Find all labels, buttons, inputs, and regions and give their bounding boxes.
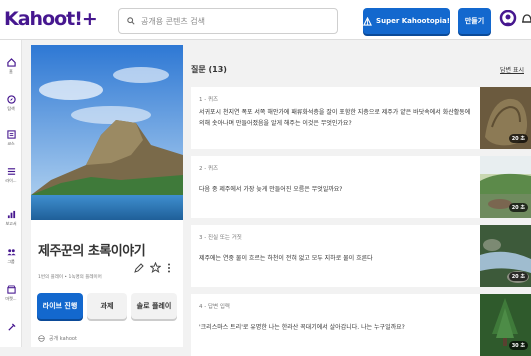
sidebar-item-tools[interactable] [0,323,22,332]
edit-icon[interactable] [134,262,144,273]
home-icon [6,58,16,67]
reports-icon [7,210,15,219]
cover-image [31,45,183,220]
play-stats: 1번의 플레이 • 1녹명의 플레이어 [38,275,102,280]
cover-illustration [31,45,183,220]
live-host-button[interactable]: 라이브 진행 [37,293,83,319]
compass-icon [6,95,16,104]
top-bar: Kahoot!+ 공개용 콘텐츠 검색 Super Kahootopia! 만들… [0,0,531,40]
sidebar-item-groups[interactable]: 그룹 [0,248,22,265]
sidebar-item-label: 탐색 [7,106,15,111]
question-text: 서귀포시 천지연 폭포 서쪽 해안가에 패류화석층을 잘이 포함한 지층으로 제… [199,109,471,127]
question-thumbnail: 20 초 [480,87,531,149]
visibility-label: 공개 kahoot [49,336,77,342]
sidebar-item-label: 라이... [5,178,17,183]
solo-play-button[interactable]: 솔로 플레이 [131,293,177,319]
sidebar-item-marketplace[interactable]: 마켓... [0,285,22,302]
time-limit-badge: 20 초 [508,272,528,281]
sidebar-item-discover[interactable]: 탐색 [0,95,22,112]
globe-icon [38,335,45,342]
tools-icon [7,323,16,331]
assign-button[interactable]: 과제 [87,293,127,319]
super-kahootopia-button[interactable]: Super Kahootopia! [363,8,450,34]
tent-icon [363,16,373,26]
sidebar-item-course[interactable]: 코스 [0,130,22,147]
more-options-icon[interactable] [167,263,171,273]
kahoot-title: 제주꾼의 초록이야기 [38,244,146,259]
question-text: 다음 중 제주에서 가장 늦게 만들어진 오름은 무엇일까요? [199,186,343,193]
marketplace-icon [6,285,16,294]
sidebar-item-reports[interactable]: 보고서 [0,210,22,227]
question-type: 2 - 퀴즈 [199,166,219,172]
sidebar-item-label: 그룹 [7,259,15,264]
question-type: 1 - 퀴즈 [199,97,219,103]
kahoot-action-icons [134,262,171,273]
sidebar-item-library[interactable]: 라이... [0,167,22,184]
show-answers-link[interactable]: 답변 표시 [500,65,524,74]
question-card[interactable]: 3 - 진실 또는 거짓 제주에는 연중 물이 흐르는 하천이 전혀 없고 모두… [191,225,531,287]
sidebar: 홈 탐색 코스 라이... 보고서 그룹 마켓... [0,40,22,347]
kahoot-info-card: 제주꾼의 초록이야기 1번의 플레이 • 1녹명의 플레이어 라이브 진행 과제… [31,45,183,347]
question-type: 3 - 진실 또는 거짓 [199,235,242,241]
question-thumbnail: 20 초 [480,156,531,218]
avatar-icon[interactable] [499,10,517,30]
sidebar-item-label: 홈 [9,69,13,74]
time-limit-badge: 20 초 [508,134,528,143]
sidebar-item-label: 코스 [7,141,15,146]
search-placeholder: 공개용 콘텐츠 검색 [141,16,205,26]
sidebar-item-home[interactable]: 홈 [0,58,22,75]
questions-header: 질문 (13) [191,65,227,74]
question-text: '크리스마스 트리'로 유명한 나는 한라산 꼭대기에서 살아갑니다. 나는 누… [199,324,405,331]
time-limit-badge: 30 초 [508,341,528,350]
sidebar-item-label: 보고서 [5,221,17,226]
search-icon [127,17,135,25]
question-thumbnail: 20 초 [480,225,531,287]
question-card[interactable]: 1 - 퀴즈 서귀포시 천지연 폭포 서쪽 해안가에 패류화석층을 잘이 포함한… [191,87,531,149]
visibility-info: 공개 kahoot [38,335,77,342]
star-icon[interactable] [150,262,161,273]
search-input[interactable]: 공개용 콘텐츠 검색 [118,8,338,34]
super-kahootopia-label: Super Kahootopia! [376,17,450,25]
groups-icon [6,249,16,256]
time-limit-badge: 20 초 [508,203,528,212]
sidebar-item-label: 마켓... [5,296,17,301]
library-icon [7,168,15,175]
kahoot-logo[interactable]: Kahoot!+ [4,8,98,30]
question-card[interactable]: 2 - 퀴즈 다음 중 제주에서 가장 늦게 만들어진 오름은 무엇일까요? 2… [191,156,531,218]
question-text: 제주에는 연중 물이 흐르는 하천이 전혀 없고 모두 지하로 물이 흐른다 [199,255,373,262]
course-icon [6,130,16,139]
create-button[interactable]: 만들기 [458,8,491,34]
bell-icon[interactable] [521,11,531,27]
question-type: 4 - 답변 입력 [199,304,230,310]
